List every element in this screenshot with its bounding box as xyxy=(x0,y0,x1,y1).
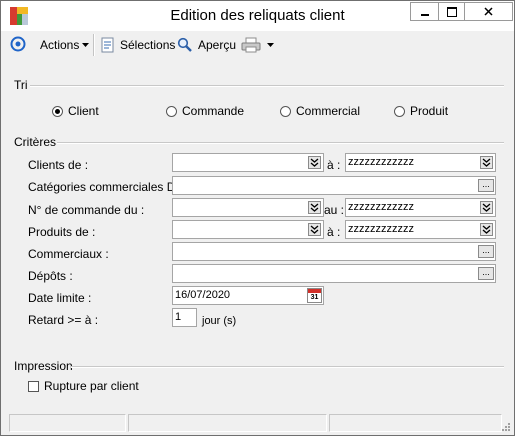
commande-to-field[interactable]: zzzzzzzzzzzz xyxy=(345,198,496,217)
produits-from-field[interactable] xyxy=(172,220,324,239)
date-limite-field[interactable]: 16/07/2020 31 xyxy=(172,286,324,305)
clients-to-value: zzzzzzzzzzzz xyxy=(348,156,414,168)
impression-group-label: Impression xyxy=(14,359,73,373)
tri-group-divider xyxy=(30,85,504,87)
produits-from-dropdown[interactable] xyxy=(308,223,321,236)
clients-to-label: à : xyxy=(327,158,341,172)
chevron-down-icon xyxy=(82,43,90,47)
close-button[interactable] xyxy=(464,2,513,21)
depots-browse-button[interactable]: ... xyxy=(478,267,494,280)
commerciaux-label: Commerciaux : xyxy=(28,247,109,261)
double-chevron-down-icon xyxy=(482,203,491,212)
rupture-checkbox[interactable]: Rupture par client xyxy=(28,379,139,393)
search-icon xyxy=(177,37,192,52)
radio-circle xyxy=(280,105,291,117)
produits-to-label: à : xyxy=(327,225,341,239)
calendar-icon[interactable]: 31 xyxy=(307,288,322,303)
radio-commercial-label: Commercial xyxy=(296,104,361,118)
produits-label: Produits de : xyxy=(28,225,96,239)
minimize-icon xyxy=(420,13,429,16)
checkbox-box xyxy=(28,380,39,392)
chevron-down-icon xyxy=(267,43,274,47)
window: Edition des reliquats client Actions Sél… xyxy=(0,0,515,436)
radio-client[interactable]: Client xyxy=(52,104,99,118)
produits-to-field[interactable]: zzzzzzzzzzzz xyxy=(345,220,496,239)
selections-label: Sélections xyxy=(120,38,176,52)
title-bar: Edition des reliquats client xyxy=(1,1,514,31)
actions-menu[interactable]: Actions xyxy=(40,36,90,54)
date-limite-label: Date limite : xyxy=(28,291,92,305)
radio-commande-label: Commande xyxy=(182,104,245,118)
radio-circle-selected xyxy=(52,105,63,117)
double-chevron-down-icon xyxy=(482,158,491,167)
selections-button[interactable]: Sélections xyxy=(101,36,175,54)
categories-label: Catégories commerciales DO : xyxy=(28,180,192,194)
radio-commande[interactable]: Commande xyxy=(166,104,244,118)
commande-to-value: zzzzzzzzzzzz xyxy=(348,201,414,213)
toolbar: Actions Sélections Aperçu xyxy=(1,31,514,59)
calendar-day: 31 xyxy=(310,294,319,301)
clients-to-field[interactable]: zzzzzzzzzzzz xyxy=(345,153,496,172)
categories-field[interactable]: ... xyxy=(172,176,496,195)
print-button[interactable] xyxy=(241,36,261,54)
maximize-icon xyxy=(446,6,457,17)
target-button[interactable] xyxy=(10,35,26,53)
radio-commercial[interactable]: Commercial xyxy=(280,104,360,118)
criteres-group-label: Critères xyxy=(14,135,57,149)
impression-group-divider xyxy=(71,366,504,368)
selections-icon xyxy=(101,37,114,53)
target-icon xyxy=(10,36,26,52)
commande-to-dropdown[interactable] xyxy=(480,201,493,214)
depots-field[interactable]: ... xyxy=(172,264,496,283)
print-options-dropdown[interactable] xyxy=(266,36,275,54)
rupture-checkbox-label: Rupture par client xyxy=(44,379,139,393)
clients-from-dropdown[interactable] xyxy=(308,156,321,169)
radio-client-label: Client xyxy=(68,104,99,118)
actions-label: Actions xyxy=(40,38,80,52)
close-icon xyxy=(484,7,493,16)
maximize-button[interactable] xyxy=(438,2,465,21)
commerciaux-field[interactable]: ... xyxy=(172,242,496,261)
depots-label: Dépôts : xyxy=(28,269,73,283)
radio-produit[interactable]: Produit xyxy=(394,104,448,118)
radio-circle xyxy=(166,105,177,117)
status-bar xyxy=(1,411,514,435)
double-chevron-down-icon xyxy=(310,158,319,167)
produits-to-dropdown[interactable] xyxy=(480,223,493,236)
double-chevron-down-icon xyxy=(482,225,491,234)
printer-icon xyxy=(241,37,261,53)
clients-label: Clients de : xyxy=(28,158,89,172)
retard-unit: jour (s) xyxy=(202,315,237,327)
commande-label: N° de commande du : xyxy=(28,203,145,217)
clients-from-field[interactable] xyxy=(172,153,324,172)
retard-field[interactable]: 1 xyxy=(172,308,197,327)
clients-to-dropdown[interactable] xyxy=(480,156,493,169)
status-cell-1 xyxy=(9,414,126,432)
retard-label: Retard >= à : xyxy=(28,313,99,327)
categories-browse-button[interactable]: ... xyxy=(478,179,494,192)
apercu-label: Aperçu xyxy=(198,38,237,52)
resize-grip-icon[interactable] xyxy=(501,422,511,432)
produits-to-value: zzzzzzzzzzzz xyxy=(348,223,414,235)
commande-from-dropdown[interactable] xyxy=(308,201,321,214)
double-chevron-down-icon xyxy=(310,203,319,212)
commande-from-field[interactable] xyxy=(172,198,324,217)
radio-produit-label: Produit xyxy=(410,104,449,118)
apercu-button[interactable]: Aperçu xyxy=(177,36,236,54)
commerciaux-browse-button[interactable]: ... xyxy=(478,245,494,258)
retard-value: 1 xyxy=(175,311,182,323)
date-limite-value: 16/07/2020 xyxy=(175,289,231,301)
commande-to-label: au : xyxy=(324,203,345,217)
status-cell-2 xyxy=(128,414,327,432)
minimize-button[interactable] xyxy=(410,2,439,21)
radio-circle xyxy=(394,105,405,117)
status-cell-3 xyxy=(329,414,502,432)
toolbar-separator xyxy=(93,34,95,56)
criteres-group-divider xyxy=(57,142,504,144)
tri-group-label: Tri xyxy=(14,78,28,92)
double-chevron-down-icon xyxy=(310,225,319,234)
